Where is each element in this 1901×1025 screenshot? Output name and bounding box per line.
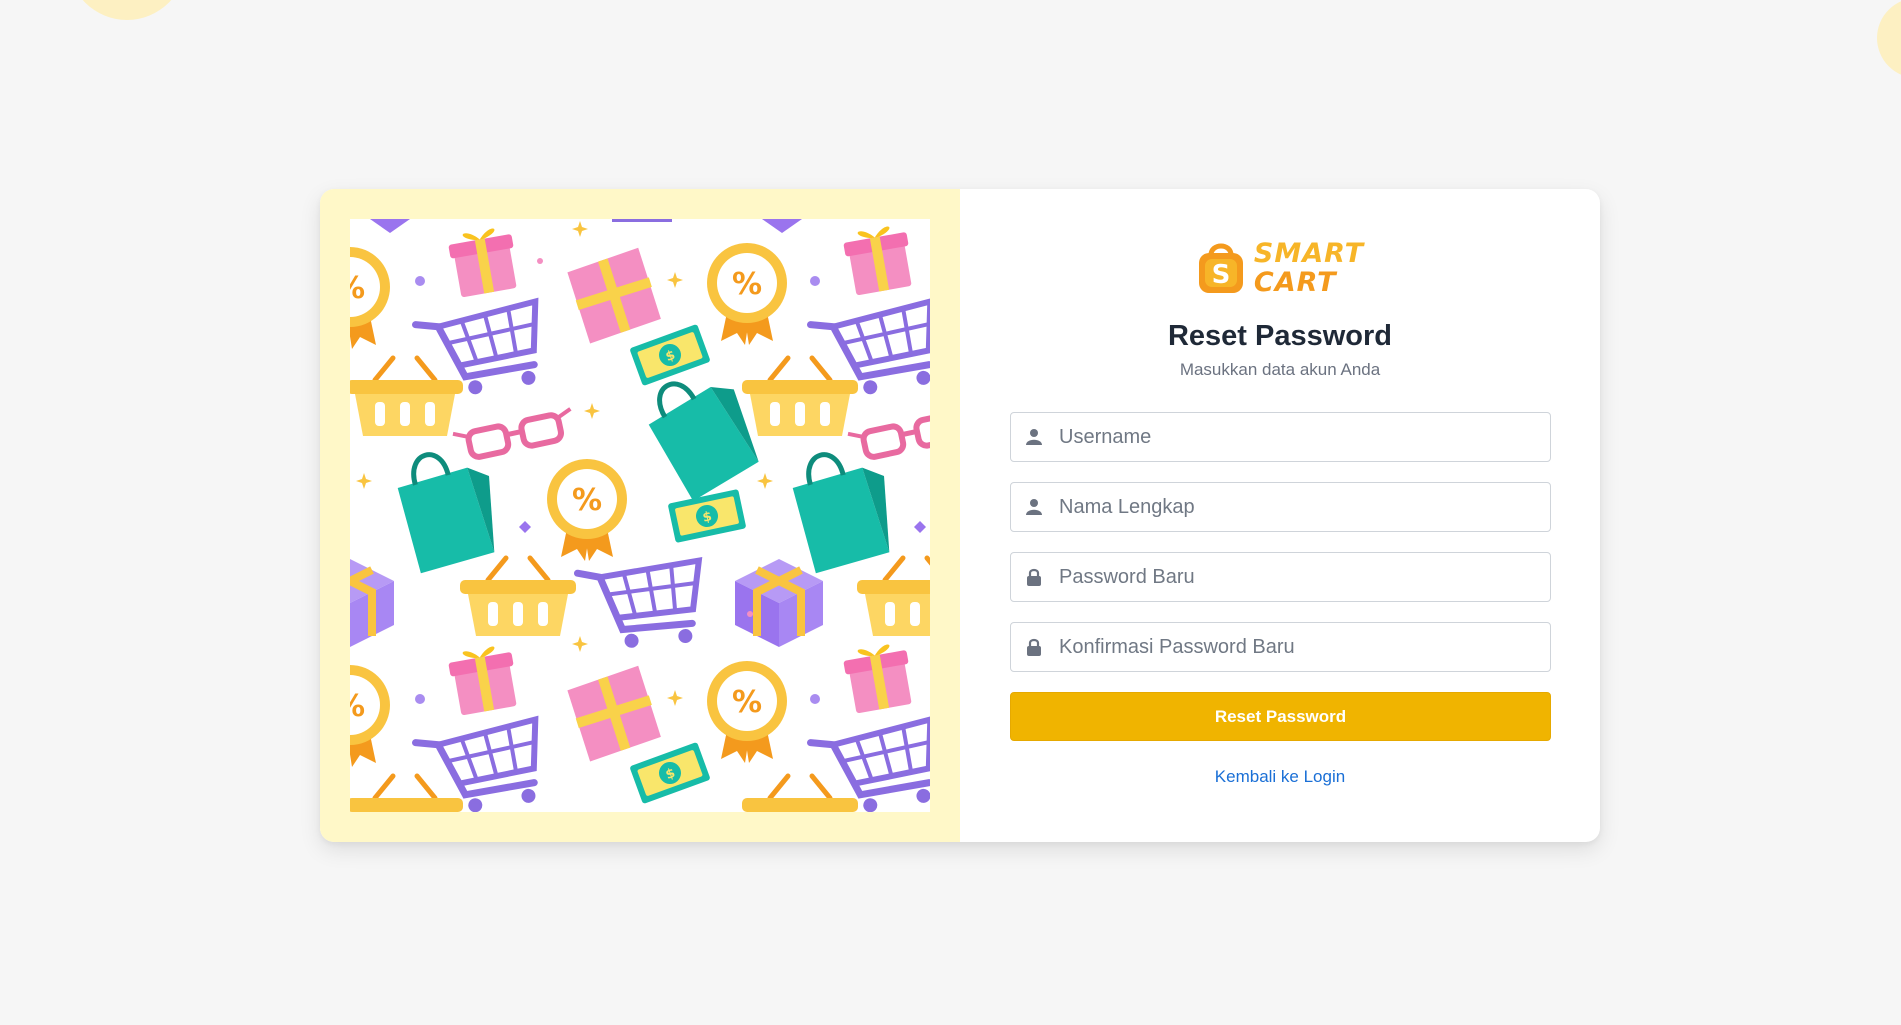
- illustration-panel: % $: [320, 189, 960, 842]
- username-field: [1010, 412, 1551, 462]
- brand-line-2: CART: [1253, 267, 1337, 298]
- brand-logo: S SMART CART: [960, 239, 1600, 297]
- decor-circle-top-right: [1877, 0, 1901, 78]
- new-password-input[interactable]: [1059, 553, 1539, 601]
- page-subtitle: Masukkan data akun Anda: [1179, 360, 1381, 379]
- back-to-login-link[interactable]: Kembali ke Login: [960, 767, 1600, 787]
- shopping-pattern-illustration: % $: [350, 219, 930, 812]
- new-password-field: [1010, 552, 1551, 602]
- brand-wordmark: SMART CART: [1254, 239, 1364, 297]
- reset-password-form: Reset Password: [1010, 412, 1551, 741]
- fullname-field: [1010, 482, 1551, 532]
- reset-card: % $: [320, 189, 1600, 842]
- user-icon: [1026, 499, 1042, 515]
- reset-password-button[interactable]: Reset Password: [1010, 692, 1551, 741]
- decor-circle-top-left: [68, 0, 186, 20]
- confirm-password-input[interactable]: [1059, 623, 1539, 671]
- user-icon: [1026, 429, 1042, 445]
- lock-icon: [1027, 568, 1041, 586]
- shopping-bag-s-icon: S: [1198, 243, 1243, 293]
- confirm-password-field: [1010, 622, 1551, 672]
- form-panel: S SMART CART Reset Password Masukkan dat…: [960, 189, 1600, 842]
- brand-line-1: SMART: [1253, 238, 1365, 269]
- lock-icon: [1027, 638, 1041, 656]
- fullname-input[interactable]: [1059, 483, 1539, 531]
- svg-text:S: S: [1212, 260, 1231, 290]
- username-input[interactable]: [1059, 413, 1539, 461]
- page-title: Reset Password: [1167, 320, 1393, 352]
